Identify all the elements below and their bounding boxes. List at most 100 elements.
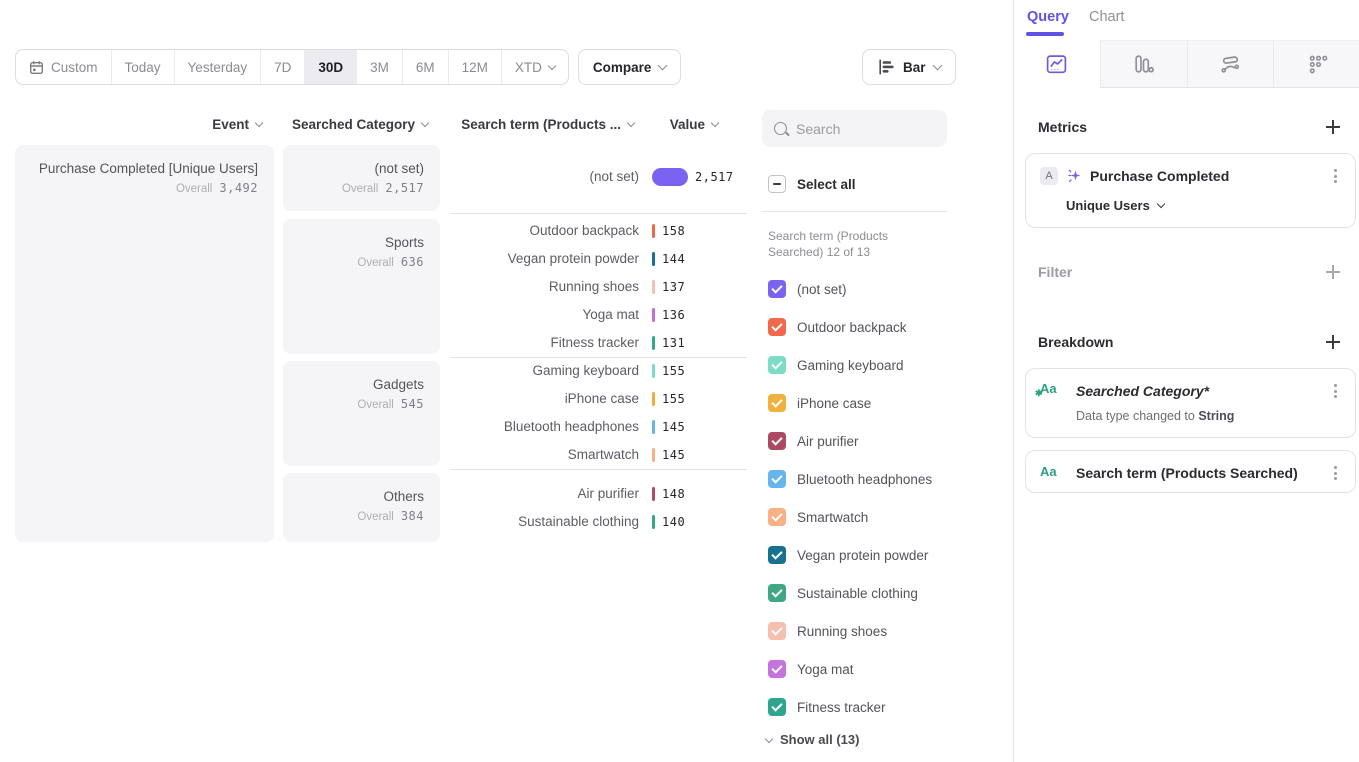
report-tab-retention[interactable] xyxy=(1273,40,1359,88)
chevron-down-icon xyxy=(932,61,942,71)
legend-item-fitness-tracker[interactable]: Fitness tracker xyxy=(768,697,886,717)
show-all-link[interactable]: Show all (13) xyxy=(766,732,859,747)
kebab-menu-icon[interactable] xyxy=(1328,383,1342,399)
term-row-yoga-mat[interactable]: Yoga mat 136 xyxy=(380,301,752,329)
term-label: Sustainable clothing xyxy=(380,514,639,529)
legend-item-vegan-protein-powder[interactable]: Vegan protein powder xyxy=(768,545,928,565)
checkbox[interactable] xyxy=(768,470,786,488)
column-header-searched-category[interactable]: Searched Category xyxy=(292,117,428,132)
checkbox[interactable] xyxy=(768,394,786,412)
legend-item-smartwatch[interactable]: Smartwatch xyxy=(768,507,868,527)
legend-item-label: Bluetooth headphones xyxy=(797,472,932,487)
term-row-air-purifier[interactable]: Air purifier 148 xyxy=(380,480,752,508)
term-value: 144 xyxy=(662,252,685,266)
term-label: Fitness tracker xyxy=(380,335,639,350)
legend-item-gaming-keyboard[interactable]: Gaming keyboard xyxy=(768,355,904,375)
aggregation-dropdown[interactable]: Unique Users xyxy=(1066,198,1164,213)
term-row-fitness-tracker[interactable]: Fitness tracker 131 xyxy=(380,329,752,357)
term-row-vegan-protein-powder[interactable]: Vegan protein powder 144 xyxy=(380,245,752,273)
checkbox[interactable] xyxy=(768,698,786,716)
column-header-event[interactable]: Event xyxy=(212,117,262,132)
kebab-menu-icon[interactable] xyxy=(1328,168,1342,184)
row-group-divider xyxy=(450,469,747,470)
metric-card[interactable]: A Purchase Completed Unique Users xyxy=(1025,153,1356,228)
legend-item--not-set-[interactable]: (not set) xyxy=(768,279,847,299)
date-range-today[interactable]: Today xyxy=(111,50,174,84)
checkbox[interactable] xyxy=(768,432,786,450)
column-header-value[interactable]: Value xyxy=(670,117,718,132)
checkbox[interactable] xyxy=(768,622,786,640)
report-tab-insights[interactable] xyxy=(1014,40,1100,88)
check-icon xyxy=(771,586,782,597)
term-row-sustainable-clothing[interactable]: Sustainable clothing 140 xyxy=(380,508,752,536)
legend-item-outdoor-backpack[interactable]: Outdoor backpack xyxy=(768,317,907,337)
date-range-custom[interactable]: Custom xyxy=(16,50,111,84)
active-tab-underline xyxy=(1026,32,1064,36)
term-row-iphone-case[interactable]: iPhone case 155 xyxy=(380,385,752,413)
check-icon xyxy=(771,320,782,331)
term-label: Smartwatch xyxy=(380,447,639,462)
divider xyxy=(762,211,947,212)
breakdown-card-search-term[interactable]: Aa Search term (Products Searched) xyxy=(1025,450,1356,493)
legend-item-iphone-case[interactable]: iPhone case xyxy=(768,393,871,413)
date-range-12m[interactable]: 12M xyxy=(448,50,501,84)
search-input[interactable]: Search xyxy=(762,110,947,147)
checkbox[interactable] xyxy=(768,356,786,374)
row-group-divider xyxy=(450,213,747,214)
checkbox[interactable] xyxy=(768,584,786,602)
tab-query[interactable]: Query xyxy=(1027,9,1069,25)
add-metric-button[interactable] xyxy=(1325,119,1341,135)
term-value: 145 xyxy=(662,420,685,434)
metrics-heading: Metrics xyxy=(1038,119,1087,135)
term-row-running-shoes[interactable]: Running shoes 137 xyxy=(380,273,752,301)
checkbox[interactable] xyxy=(768,508,786,526)
breakdown-heading: Breakdown xyxy=(1038,334,1113,350)
tab-chart[interactable]: Chart xyxy=(1089,9,1124,25)
term-value: 148 xyxy=(662,487,685,501)
checkbox[interactable] xyxy=(768,660,786,678)
date-range-yesterday[interactable]: Yesterday xyxy=(174,50,261,84)
legend-item-yoga-mat[interactable]: Yoga mat xyxy=(768,659,854,679)
date-range-30d[interactable]: 30D xyxy=(304,50,356,84)
chevron-down-icon xyxy=(627,119,635,127)
date-range-xtd[interactable]: XTD xyxy=(501,50,568,84)
term-value: 140 xyxy=(662,515,685,529)
term-row-smartwatch[interactable]: Smartwatch 145 xyxy=(380,441,752,469)
add-breakdown-button[interactable] xyxy=(1325,334,1341,350)
legend-item-air-purifier[interactable]: Air purifier xyxy=(768,431,859,451)
legend-item-bluetooth-headphones[interactable]: Bluetooth headphones xyxy=(768,469,932,489)
term-row-bluetooth-headphones[interactable]: Bluetooth headphones 145 xyxy=(380,413,752,441)
date-range-7d[interactable]: 7D xyxy=(260,50,304,84)
term-row-gaming-keyboard[interactable]: Gaming keyboard 155 xyxy=(380,357,752,385)
date-range-3m[interactable]: 3M xyxy=(356,50,402,84)
breakdown-card-searched-category[interactable]: Aa✱ Searched Category* Data type changed… xyxy=(1025,368,1356,438)
report-tab-flows[interactable] xyxy=(1187,40,1274,88)
value-bar xyxy=(652,252,655,266)
legend-item-running-shoes[interactable]: Running shoes xyxy=(768,621,887,641)
add-filter-button[interactable] xyxy=(1325,264,1341,280)
term-label: (not set) xyxy=(380,169,639,184)
chart-type-button[interactable]: Bar xyxy=(862,49,956,85)
kebab-menu-icon[interactable] xyxy=(1328,465,1342,481)
select-all-checkbox[interactable] xyxy=(768,175,786,193)
checkbox[interactable] xyxy=(768,318,786,336)
flows-icon xyxy=(1219,53,1242,76)
select-all-row[interactable]: Select all xyxy=(768,174,856,194)
chevron-down-icon xyxy=(1157,200,1165,208)
checkbox[interactable] xyxy=(768,546,786,564)
report-tab-funnels[interactable] xyxy=(1100,40,1187,88)
term-row--not-set-[interactable]: (not set) 2,517 xyxy=(380,163,752,191)
legend-item-sustainable-clothing[interactable]: Sustainable clothing xyxy=(768,583,918,603)
term-value: 131 xyxy=(662,336,685,350)
date-range-6m[interactable]: 6M xyxy=(402,50,448,84)
term-row-outdoor-backpack[interactable]: Outdoor backpack 158 xyxy=(380,217,752,245)
event-cell[interactable]: Purchase Completed [Unique Users] Overal… xyxy=(15,145,274,542)
compare-button[interactable]: Compare xyxy=(578,49,682,85)
column-header-search-term[interactable]: Search term (Products ... xyxy=(461,117,634,132)
legend-item-label: Gaming keyboard xyxy=(797,358,904,373)
checkbox[interactable] xyxy=(768,280,786,298)
check-icon xyxy=(771,282,782,293)
breakdown-name: Search term (Products Searched) xyxy=(1076,465,1298,481)
term-value: 136 xyxy=(662,308,685,322)
filter-heading: Filter xyxy=(1038,264,1072,280)
